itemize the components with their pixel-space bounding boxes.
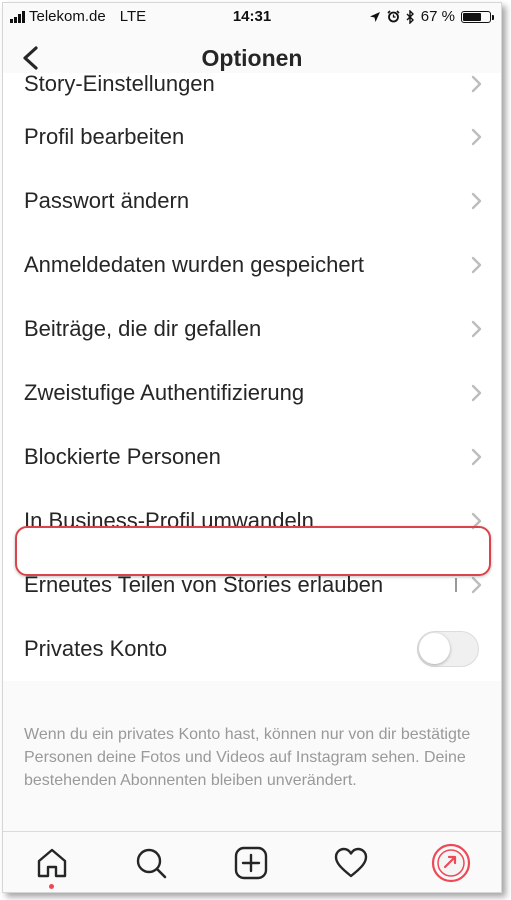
settings-row-label: Passwort ändern (24, 188, 190, 213)
chevron-right-icon (471, 75, 482, 93)
settings-row-edit-profile[interactable]: Profil bearbeiten (3, 105, 501, 169)
page-title: Optionen (201, 45, 303, 71)
highlight-annotation (15, 526, 491, 576)
settings-row-label: Beiträge, die dir gefallen (24, 316, 262, 341)
chevron-right-icon (471, 256, 482, 274)
profile-icon[interactable] (431, 843, 471, 883)
private-account-info: Wenn du ein privates Konto hast, können … (3, 715, 501, 831)
chevron-right-icon (471, 128, 482, 146)
chevron-right-icon (471, 576, 482, 594)
phone-screen: Telekom.de LTE 14:31 67 % Optionen Story… (2, 2, 502, 893)
bluetooth-icon (406, 9, 414, 24)
location-arrow-icon (369, 11, 380, 22)
settings-row-label: Profil bearbeiten (24, 124, 185, 149)
private-account-description: Wenn du ein privates Konto hast, können … (24, 726, 471, 789)
chevron-right-icon (471, 192, 482, 210)
settings-row-private-account: Privates Konto (3, 617, 501, 681)
settings-row-liked-posts[interactable]: Beiträge, die dir gefallen (3, 297, 501, 361)
battery-icon (461, 10, 494, 23)
chevron-right-icon (471, 320, 482, 338)
chevron-right-icon (471, 384, 482, 402)
settings-row-label: Anmeldedaten wurden gespeichert (24, 252, 365, 277)
truncation-mark (455, 578, 457, 592)
toggle-knob (419, 633, 450, 664)
private-account-label: Privates Konto (24, 636, 168, 661)
settings-row-blocked[interactable]: Blockierte Personen (3, 425, 501, 489)
private-account-toggle[interactable] (417, 631, 479, 667)
activity-heart-icon[interactable] (333, 845, 369, 881)
settings-list: Story-Einstellungen Profil bearbeiten Pa… (3, 71, 501, 681)
battery-percent: 67 % (420, 8, 455, 25)
settings-row-password[interactable]: Passwort ändern (3, 169, 501, 233)
status-bar: Telekom.de LTE 14:31 67 % (3, 3, 501, 31)
add-post-icon[interactable] (233, 845, 269, 881)
settings-row-label: Blockierte Personen (24, 444, 221, 469)
notification-dot (49, 884, 54, 889)
alarm-icon (387, 10, 400, 23)
settings-row-two-factor[interactable]: Zweistufige Authentifizierung (3, 361, 501, 425)
settings-row-label: Story-Einstellungen (24, 71, 215, 96)
chevron-right-icon (471, 448, 482, 466)
settings-row-story[interactable]: Story-Einstellungen (3, 71, 501, 105)
settings-row-saved-login[interactable]: Anmeldedaten wurden gespeichert (3, 233, 501, 297)
home-icon[interactable] (34, 845, 70, 881)
search-icon[interactable] (133, 845, 169, 881)
tab-bar (3, 831, 501, 892)
settings-row-label: Zweistufige Authentifizierung (24, 380, 305, 405)
